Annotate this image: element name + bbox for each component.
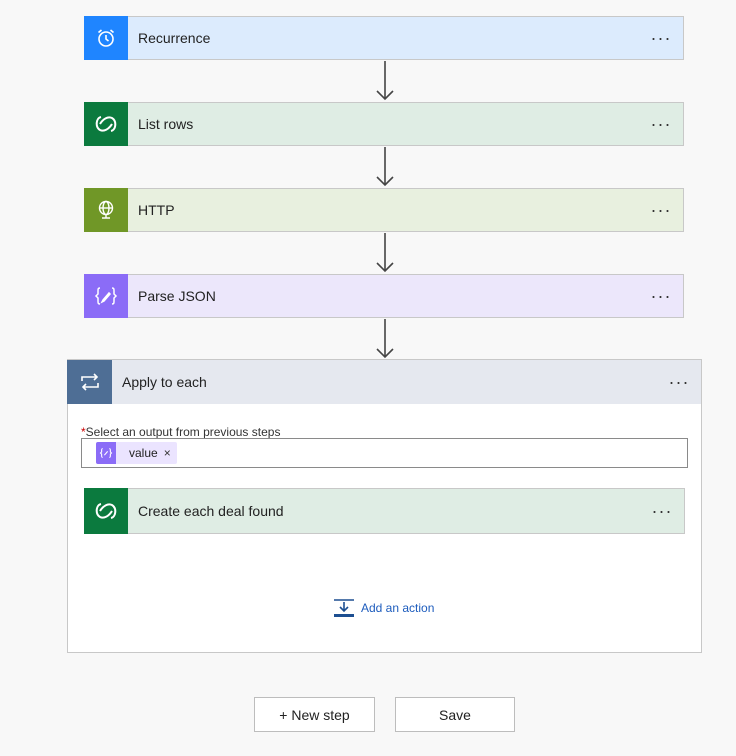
step-title: Apply to each: [122, 374, 207, 390]
step-list-rows[interactable]: List rows ···: [84, 101, 684, 146]
more-options-button[interactable]: ···: [641, 109, 681, 139]
loop-icon: [67, 359, 112, 404]
remove-token-button[interactable]: ×: [164, 446, 171, 460]
globe-icon: [84, 187, 128, 232]
token-label: value: [129, 446, 158, 460]
select-output-label: *Select an output from previous steps: [81, 425, 281, 439]
step-title: Parse JSON: [138, 288, 216, 304]
apply-to-each-header[interactable]: Apply to each ···: [67, 359, 701, 404]
step-create-each-deal[interactable]: Create each deal found ···: [84, 487, 685, 534]
apply-to-each-container: Apply to each ··· *Select an output from…: [67, 359, 702, 653]
more-options-button[interactable]: ···: [641, 195, 681, 225]
connector-arrow: [376, 233, 394, 273]
step-title: Create each deal found: [138, 503, 284, 519]
connector-arrow: [376, 319, 394, 359]
json-braces-icon: [84, 273, 128, 318]
connector-arrow: [376, 147, 394, 187]
save-button[interactable]: Save: [395, 697, 515, 732]
connector-arrow: [376, 61, 394, 101]
alarm-clock-icon: [84, 15, 128, 60]
step-title: HTTP: [138, 202, 175, 218]
value-token[interactable]: value ×: [96, 442, 177, 464]
dataverse-icon: [84, 487, 128, 534]
more-options-button[interactable]: ···: [641, 281, 681, 311]
add-action-icon: [334, 599, 354, 617]
dataverse-icon: [84, 101, 128, 146]
step-recurrence[interactable]: Recurrence ···: [84, 15, 684, 60]
add-action-link[interactable]: Add an action: [333, 598, 434, 618]
new-step-button[interactable]: + New step: [254, 697, 375, 732]
json-braces-icon: [96, 442, 116, 464]
more-options-button[interactable]: ···: [659, 367, 699, 397]
step-http[interactable]: HTTP ···: [84, 187, 684, 232]
more-options-button[interactable]: ···: [642, 496, 682, 526]
more-options-button[interactable]: ···: [641, 23, 681, 53]
select-output-input[interactable]: value ×: [81, 438, 688, 468]
step-title: List rows: [138, 116, 194, 132]
step-title: Recurrence: [138, 30, 211, 46]
step-parse-json[interactable]: Parse JSON ···: [84, 273, 684, 318]
add-action-label: Add an action: [361, 601, 435, 615]
